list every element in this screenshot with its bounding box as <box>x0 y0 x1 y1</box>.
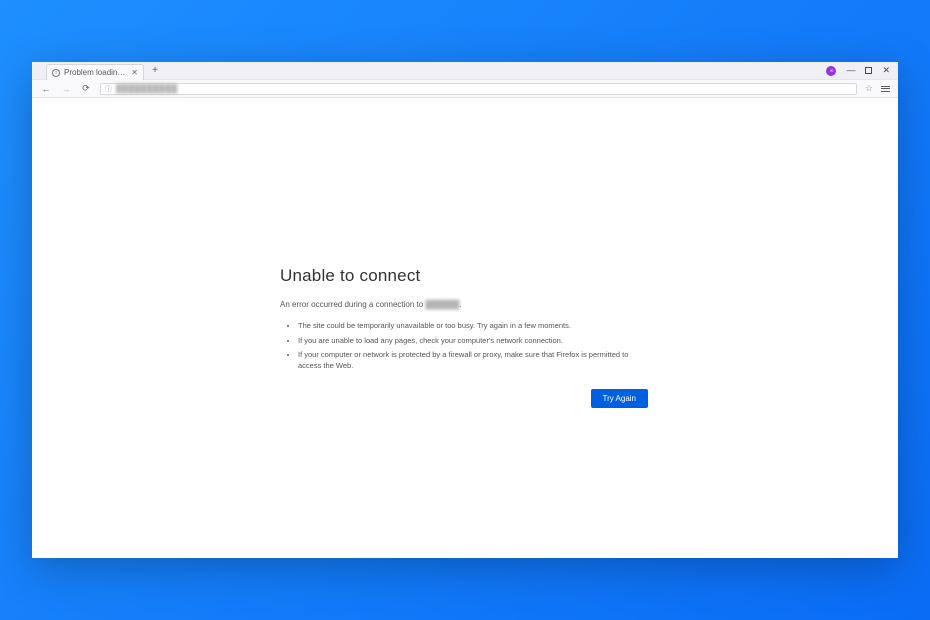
address-bar[interactable]: ⓘ ██████████ <box>100 83 857 95</box>
window-controls: ∞ — ✕ <box>826 62 898 79</box>
try-again-button[interactable]: Try Again <box>591 389 649 408</box>
info-icon: i <box>52 69 60 77</box>
error-suggestion-item: If your computer or network is protected… <box>298 350 640 371</box>
site-info-icon[interactable]: ⓘ <box>105 84 112 94</box>
tab-title: Problem loading page <box>64 68 127 77</box>
forward-button[interactable]: → <box>60 84 72 94</box>
close-window-button[interactable]: ✕ <box>882 66 890 75</box>
error-subtext: An error occurred during a connection to… <box>280 300 898 309</box>
error-title: Unable to connect <box>280 266 898 286</box>
bookmark-button[interactable]: ☆ <box>865 83 873 94</box>
profile-badge[interactable]: ∞ <box>826 66 836 76</box>
browser-tab[interactable]: i Problem loading page ✕ <box>46 64 144 80</box>
error-suggestion-item: The site could be temporarily unavailabl… <box>298 321 640 332</box>
error-subtext-prefix: An error occurred during a connection to <box>280 300 425 309</box>
maximize-button[interactable] <box>865 67 872 74</box>
error-host: ██████ <box>425 300 459 309</box>
back-button[interactable]: ← <box>40 84 52 94</box>
page-content: Unable to connect An error occurred duri… <box>32 98 898 558</box>
close-tab-button[interactable]: ✕ <box>131 68 138 77</box>
url-text: ██████████ <box>116 84 178 93</box>
error-subtext-suffix: . <box>459 300 461 309</box>
minimize-button[interactable]: — <box>846 66 855 75</box>
error-suggestions: The site could be temporarily unavailabl… <box>280 321 640 371</box>
reload-button[interactable]: ⟳ <box>80 83 92 94</box>
new-tab-button[interactable]: + <box>148 62 162 79</box>
navigation-toolbar: ← → ⟳ ⓘ ██████████ ☆ <box>32 80 898 98</box>
browser-window: i Problem loading page ✕ + ∞ — ✕ ← → ⟳ ⓘ… <box>32 62 898 558</box>
app-menu-button[interactable] <box>881 84 890 94</box>
error-actions: Try Again <box>280 389 648 408</box>
title-bar: i Problem loading page ✕ + ∞ — ✕ <box>32 62 898 80</box>
error-suggestion-item: If you are unable to load any pages, che… <box>298 336 640 347</box>
